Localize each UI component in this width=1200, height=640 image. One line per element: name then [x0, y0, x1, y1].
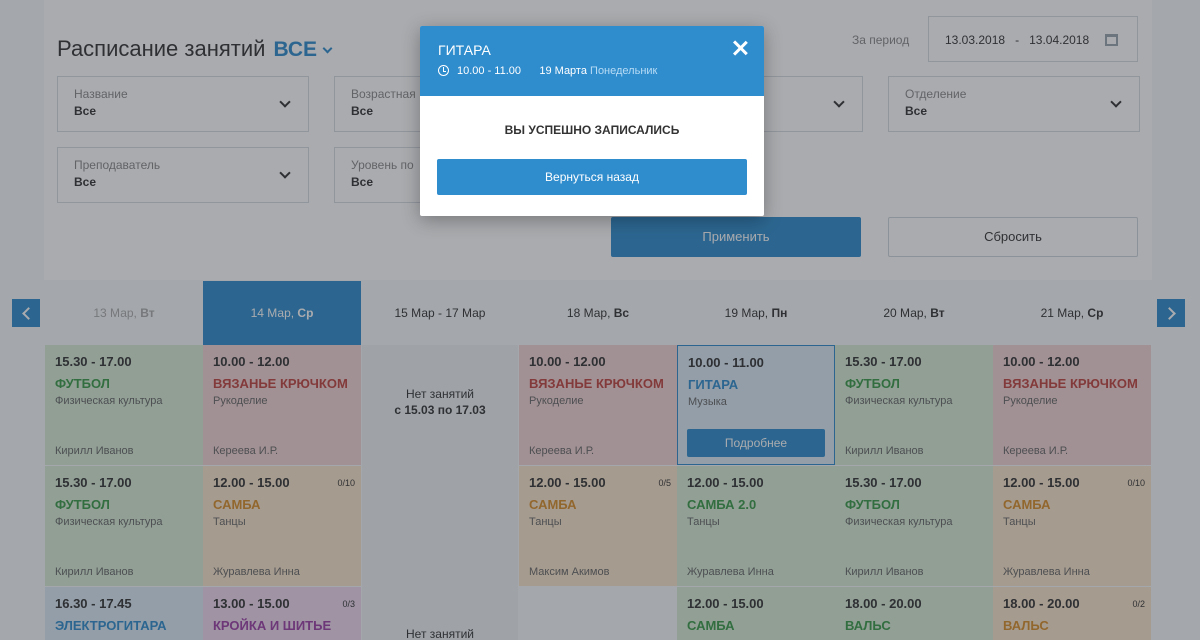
close-icon[interactable]: [732, 40, 748, 56]
modal-date: 19 Марта: [539, 65, 587, 77]
modal-weekday: Понедельник: [590, 65, 658, 77]
modal-meta: 10.00 - 11.00 19 Марта Понедельник: [438, 65, 764, 77]
clock-icon: [438, 65, 449, 76]
success-message: ВЫ УСПЕШНО ЗАПИСАЛИСЬ: [504, 123, 680, 137]
enrollment-modal: ГИТАРА 10.00 - 11.00 19 Марта Понедельни…: [420, 26, 764, 216]
modal-header: ГИТАРА 10.00 - 11.00 19 Марта Понедельни…: [420, 26, 764, 96]
back-button[interactable]: Вернуться назад: [437, 159, 747, 195]
modal-time: 10.00 - 11.00: [457, 65, 522, 77]
modal-title: ГИТАРА: [438, 42, 491, 58]
